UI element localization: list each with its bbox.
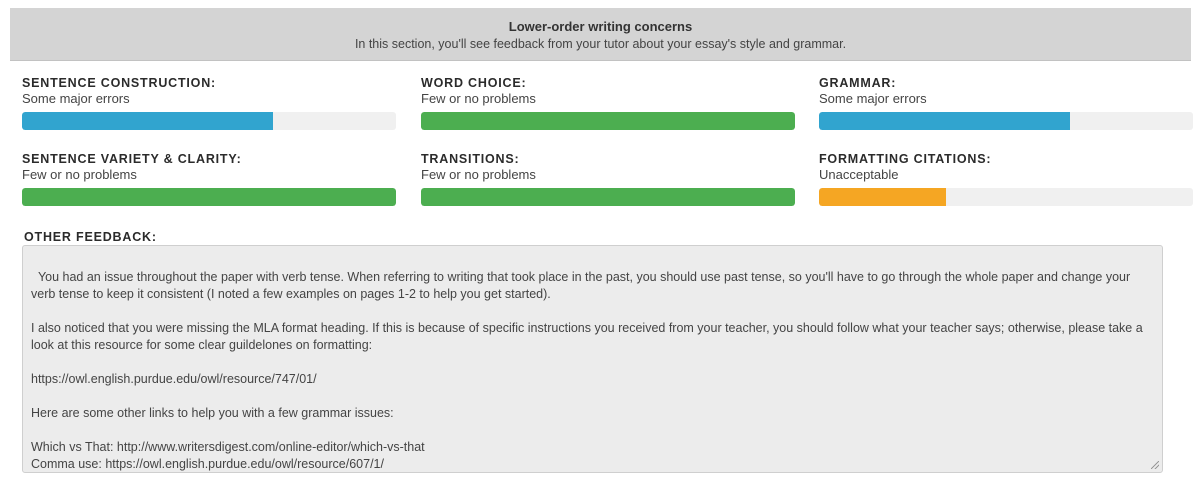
rating-bar	[819, 188, 1193, 206]
rating-bar	[22, 112, 396, 130]
rating-bar	[421, 112, 795, 130]
rating-bar	[421, 188, 795, 206]
rating-bar-fill	[819, 112, 1070, 130]
section-title: Lower-order writing concerns	[508, 19, 693, 34]
rating-bar-fill	[22, 112, 273, 130]
metric-word-choice: WORD CHOICE: Few or no problems	[421, 76, 795, 130]
metric-rating: Some major errors	[819, 91, 927, 106]
metric-transitions: TRANSITIONS: Few or no problems	[421, 152, 795, 206]
other-feedback-textarea[interactable]: You had an issue throughout the paper wi…	[22, 245, 1163, 473]
section-header: Lower-order writing concerns In this sec…	[10, 8, 1191, 61]
other-feedback-label: OTHER FEEDBACK:	[24, 230, 157, 244]
metric-rating: Few or no problems	[421, 91, 536, 106]
metric-sentence-construction: SENTENCE CONSTRUCTION: Some major errors	[22, 76, 396, 130]
resize-grip-icon[interactable]	[1151, 461, 1159, 469]
metric-label: TRANSITIONS:	[421, 152, 520, 166]
metric-label: SENTENCE VARIETY & CLARITY:	[22, 152, 242, 166]
metric-label: WORD CHOICE:	[421, 76, 527, 90]
metric-sentence-variety: SENTENCE VARIETY & CLARITY: Few or no pr…	[22, 152, 396, 206]
section-subtitle: In this section, you'll see feedback fro…	[354, 37, 847, 51]
metric-label: SENTENCE CONSTRUCTION:	[22, 76, 216, 90]
metric-rating: Few or no problems	[421, 167, 536, 182]
metric-rating: Few or no problems	[22, 167, 137, 182]
metric-label: FORMATTING CITATIONS:	[819, 152, 992, 166]
metric-label: GRAMMAR:	[819, 76, 897, 90]
rating-bar-fill	[421, 112, 795, 130]
metric-grammar: GRAMMAR: Some major errors	[819, 76, 1193, 130]
other-feedback-text: You had an issue throughout the paper wi…	[31, 270, 1143, 471]
metric-rating: Some major errors	[22, 91, 130, 106]
rating-bar-fill	[22, 188, 396, 206]
rating-bar	[22, 188, 396, 206]
metric-rating: Unacceptable	[819, 167, 899, 182]
metric-formatting-citations: FORMATTING CITATIONS: Unacceptable	[819, 152, 1193, 206]
rating-bar	[819, 112, 1193, 130]
rating-bar-fill	[421, 188, 795, 206]
rating-bar-fill	[819, 188, 947, 206]
